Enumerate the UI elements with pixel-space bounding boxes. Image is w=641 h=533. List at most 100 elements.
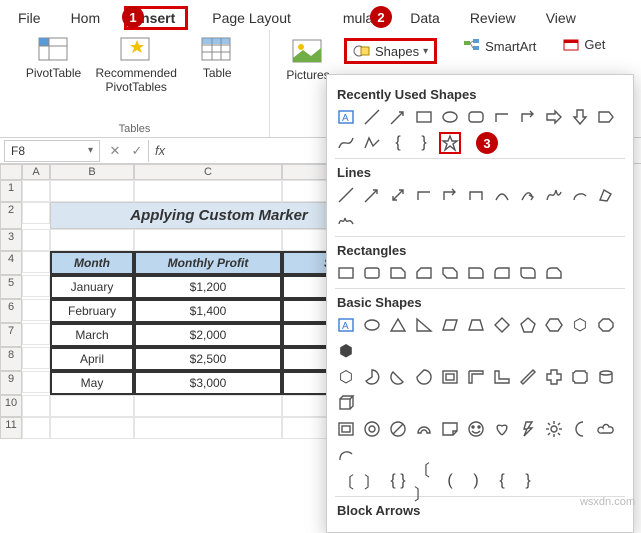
shape-oval-icon[interactable] (439, 106, 461, 128)
shape-curve-icon[interactable] (335, 132, 357, 154)
shape-round2-icon[interactable] (491, 262, 513, 284)
tab-home[interactable]: Hom (65, 6, 107, 30)
shape-diag-stripe-icon[interactable] (517, 366, 539, 388)
row-1[interactable]: 1 (0, 180, 22, 202)
col-C[interactable]: C (134, 164, 282, 180)
shape-line-arrow-icon[interactable] (387, 106, 409, 128)
shape-cross-icon[interactable] (543, 366, 565, 388)
cell-month[interactable]: May (50, 371, 134, 395)
row-10[interactable]: 10 (0, 395, 22, 417)
shape-noentry-icon[interactable] (387, 418, 409, 440)
tab-file[interactable]: File (12, 6, 47, 30)
row-6[interactable]: 6 (0, 299, 22, 323)
shape-arrow-right-icon[interactable] (543, 106, 565, 128)
shape-freeform2-icon[interactable] (595, 184, 617, 206)
col-B[interactable]: B (50, 164, 134, 180)
shape-can-icon[interactable] (595, 366, 617, 388)
row-9[interactable]: 9 (0, 371, 22, 395)
shape-right-triangle-icon[interactable] (413, 314, 435, 336)
cancel-formula-icon[interactable]: ✕ (104, 143, 126, 159)
cell[interactable] (22, 229, 50, 251)
row-2[interactable]: 2 (0, 202, 22, 229)
shape-line-icon[interactable] (361, 106, 383, 128)
shape-rect-icon[interactable] (413, 106, 435, 128)
shape-line-arrow-icon[interactable] (361, 184, 383, 206)
shape-parallelogram-icon[interactable] (439, 314, 461, 336)
shape-brace-left-icon[interactable]: { (387, 132, 409, 154)
shape-heart-icon[interactable] (491, 418, 513, 440)
cell-month[interactable]: February (50, 299, 134, 323)
row-8[interactable]: 8 (0, 347, 22, 371)
cell[interactable] (22, 202, 50, 224)
shape-snip-diag-icon[interactable] (439, 262, 461, 284)
shape-round1-icon[interactable] (465, 262, 487, 284)
shape-line-icon[interactable] (335, 184, 357, 206)
cell[interactable] (50, 229, 134, 251)
tab-data[interactable]: Data (404, 6, 446, 30)
shape-cloud-icon[interactable] (595, 418, 617, 440)
cell[interactable] (22, 417, 50, 439)
smartart-button[interactable]: SmartArt (457, 36, 542, 56)
shape-round-diag-icon[interactable] (517, 262, 539, 284)
cell[interactable] (22, 275, 50, 297)
accept-formula-icon[interactable]: ✓ (126, 143, 148, 159)
name-box[interactable]: F8 ▾ (4, 140, 100, 162)
cell[interactable] (134, 417, 282, 439)
cell[interactable] (134, 395, 282, 417)
shape-textbox-icon[interactable]: A (335, 314, 357, 336)
shape-sun-icon[interactable] (543, 418, 565, 440)
row-11[interactable]: 11 (0, 417, 22, 439)
shape-star-icon[interactable] (439, 132, 461, 154)
shape-arc-icon[interactable] (569, 184, 591, 206)
cell[interactable] (134, 229, 282, 251)
shape-bracket-left-icon[interactable]: 〔 (335, 470, 357, 492)
shape-bevel-icon[interactable] (335, 418, 357, 440)
shape-heptagon-icon[interactable]: ⬡ (569, 314, 591, 336)
shape-connector-elbow-arrow-icon[interactable] (517, 106, 539, 128)
cell[interactable] (22, 395, 50, 417)
shape-elbow-arrow-icon[interactable] (439, 184, 461, 206)
shape-freeform-scribble-icon[interactable] (543, 184, 565, 206)
shape-brace-right2-icon[interactable]: } (517, 470, 539, 492)
shape-frame-icon[interactable] (439, 366, 461, 388)
shape-paren-left-icon[interactable]: ( (439, 470, 461, 492)
shape-arrow-down-icon[interactable] (569, 106, 591, 128)
shape-round-snip-icon[interactable] (543, 262, 565, 284)
shape-pentagon-icon[interactable] (517, 314, 539, 336)
shape-folded-corner-icon[interactable] (439, 418, 461, 440)
tab-review[interactable]: Review (464, 6, 522, 30)
shape-triangle-icon[interactable] (387, 314, 409, 336)
shape-freeform-icon[interactable] (361, 132, 383, 154)
tab-pagelayout[interactable]: Page Layout (206, 6, 297, 30)
row-7[interactable]: 7 (0, 323, 22, 347)
recommended-pivot-button[interactable]: Recommended PivotTables (89, 34, 183, 97)
cell[interactable] (22, 299, 50, 321)
cell[interactable] (50, 417, 134, 439)
cell-profit[interactable]: $3,000 (134, 371, 282, 395)
select-all-corner[interactable] (0, 164, 22, 180)
tab-view[interactable]: View (540, 6, 582, 30)
shape-lshape-icon[interactable] (491, 366, 513, 388)
shape-elbow-icon[interactable] (413, 184, 435, 206)
shape-moon-icon[interactable] (569, 418, 591, 440)
shape-lightning-icon[interactable] (517, 418, 539, 440)
shape-scribble-icon[interactable] (335, 210, 357, 232)
cell-profit[interactable]: $1,200 (134, 275, 282, 299)
shape-block-arc-icon[interactable] (413, 418, 435, 440)
shape-decagon-icon[interactable]: ⬢ (335, 340, 357, 362)
shape-textbox-icon[interactable]: A (335, 106, 357, 128)
shape-line-double-arrow-icon[interactable] (387, 184, 409, 206)
shape-brace-pair-icon[interactable]: { } (387, 470, 409, 492)
cell[interactable] (22, 371, 50, 393)
cell-month[interactable]: January (50, 275, 134, 299)
shape-smiley-icon[interactable] (465, 418, 487, 440)
pivottable-button[interactable]: PivotTable (22, 34, 85, 82)
shape-pentagon-arrow-icon[interactable] (595, 106, 617, 128)
col-A[interactable]: A (22, 164, 50, 180)
shapes-dropdown-button[interactable]: Shapes ▾ (344, 38, 437, 64)
shape-roundrect-icon[interactable] (465, 106, 487, 128)
shape-teardrop-icon[interactable] (413, 366, 435, 388)
shape-brace-left2-icon[interactable]: { (491, 470, 513, 492)
shape-paren-right-icon[interactable]: ) (465, 470, 487, 492)
shape-snip1-icon[interactable] (387, 262, 409, 284)
